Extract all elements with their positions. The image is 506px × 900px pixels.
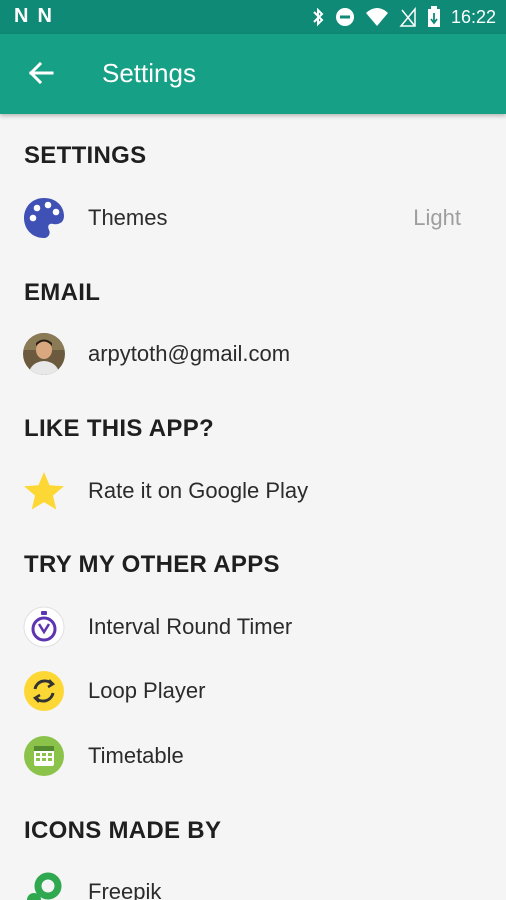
timetable-label: Timetable bbox=[88, 743, 184, 768]
loop-player-label: Loop Player bbox=[88, 678, 206, 703]
section-header-other-apps: TRY MY OTHER APPS bbox=[24, 551, 280, 578]
stopwatch-icon bbox=[23, 606, 65, 648]
themes-label: Themes bbox=[88, 205, 168, 230]
themes-value: Light bbox=[413, 205, 461, 230]
email-label: arpytoth@gmail.com bbox=[88, 341, 291, 366]
bluetooth-icon bbox=[313, 7, 324, 27]
status-bar: N N 16:22 bbox=[0, 0, 506, 34]
section-header-email: EMAIL bbox=[24, 279, 101, 306]
section-header-icons-made-by: ICONS MADE BY bbox=[24, 817, 222, 844]
battery-icon bbox=[427, 6, 440, 27]
signal-icon bbox=[399, 7, 416, 27]
back-arrow-icon[interactable] bbox=[26, 58, 56, 88]
notification-icon: N bbox=[37, 5, 51, 27]
calendar-icon bbox=[24, 736, 64, 776]
app-bar: Settings bbox=[0, 34, 506, 114]
do-not-disturb-icon bbox=[335, 8, 354, 26]
freepik-logo-icon bbox=[27, 872, 62, 900]
interval-round-timer-label: Interval Round Timer bbox=[88, 614, 293, 639]
email-row[interactable]: arpytoth@gmail.com bbox=[0, 326, 506, 382]
section-header-like-this-app: LIKE THIS APP? bbox=[24, 415, 214, 442]
notification-icon: N bbox=[14, 5, 28, 27]
themes-row[interactable]: Themes Light bbox=[0, 190, 506, 246]
wifi-icon bbox=[365, 8, 388, 26]
app-row-loop-player[interactable]: Loop Player bbox=[0, 663, 506, 719]
section-header-settings: SETTINGS bbox=[24, 142, 147, 169]
star-icon bbox=[24, 472, 64, 510]
page-title: Settings bbox=[102, 58, 196, 88]
palette-icon bbox=[24, 198, 64, 238]
rate-label: Rate it on Google Play bbox=[88, 478, 309, 503]
loop-icon bbox=[24, 671, 64, 711]
app-row-interval-round-timer[interactable]: Interval Round Timer bbox=[0, 599, 506, 655]
app-row-timetable[interactable]: Timetable bbox=[0, 728, 506, 784]
status-time: 16:22 bbox=[450, 6, 496, 27]
avatar bbox=[23, 333, 65, 375]
rate-row[interactable]: Rate it on Google Play bbox=[0, 463, 506, 519]
freepik-label: Freepik bbox=[88, 879, 162, 900]
freepik-row[interactable]: Freepik bbox=[0, 864, 506, 900]
